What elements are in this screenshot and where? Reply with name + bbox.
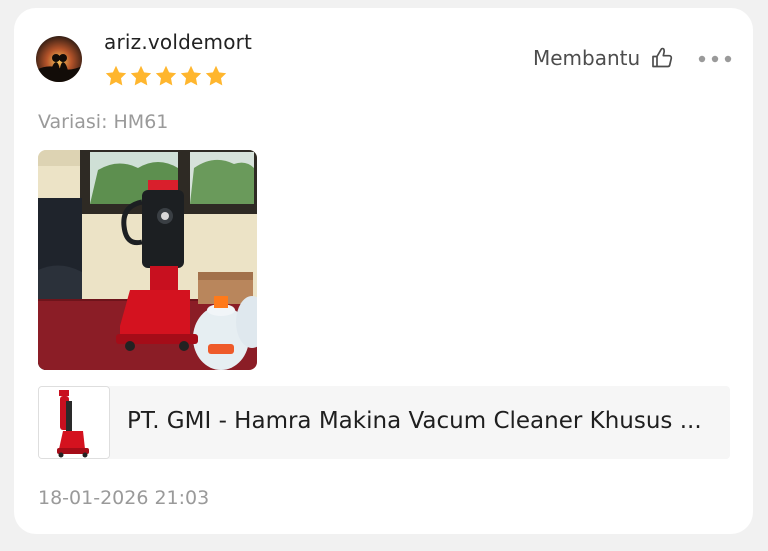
review-photo[interactable] xyxy=(38,150,257,370)
star-icon xyxy=(105,65,127,86)
helpful-button[interactable]: Membantu xyxy=(533,46,674,70)
review-timestamp: 18-01-2026 21:03 xyxy=(38,487,210,509)
star-icon xyxy=(205,65,227,86)
username[interactable]: ariz.voldemort xyxy=(104,30,252,54)
product-link[interactable]: PT. GMI - Hamra Makina Vacum Cleaner Khu… xyxy=(38,386,730,459)
star-icon xyxy=(180,65,202,86)
review-card: ariz.voldemort Membantu Variasi: HM61 PT… xyxy=(14,8,753,534)
user-avatar[interactable] xyxy=(36,36,82,82)
product-thumbnail xyxy=(38,386,110,459)
product-name: PT. GMI - Hamra Makina Vacum Cleaner Khu… xyxy=(127,408,702,434)
variation-label: Variasi: HM61 xyxy=(38,111,169,133)
star-rating xyxy=(104,64,228,88)
thumbs-up-icon xyxy=(652,47,673,68)
star-icon xyxy=(155,65,177,86)
more-options-icon[interactable] xyxy=(696,48,734,70)
helpful-label: Membantu xyxy=(533,46,641,70)
star-icon xyxy=(130,65,152,86)
